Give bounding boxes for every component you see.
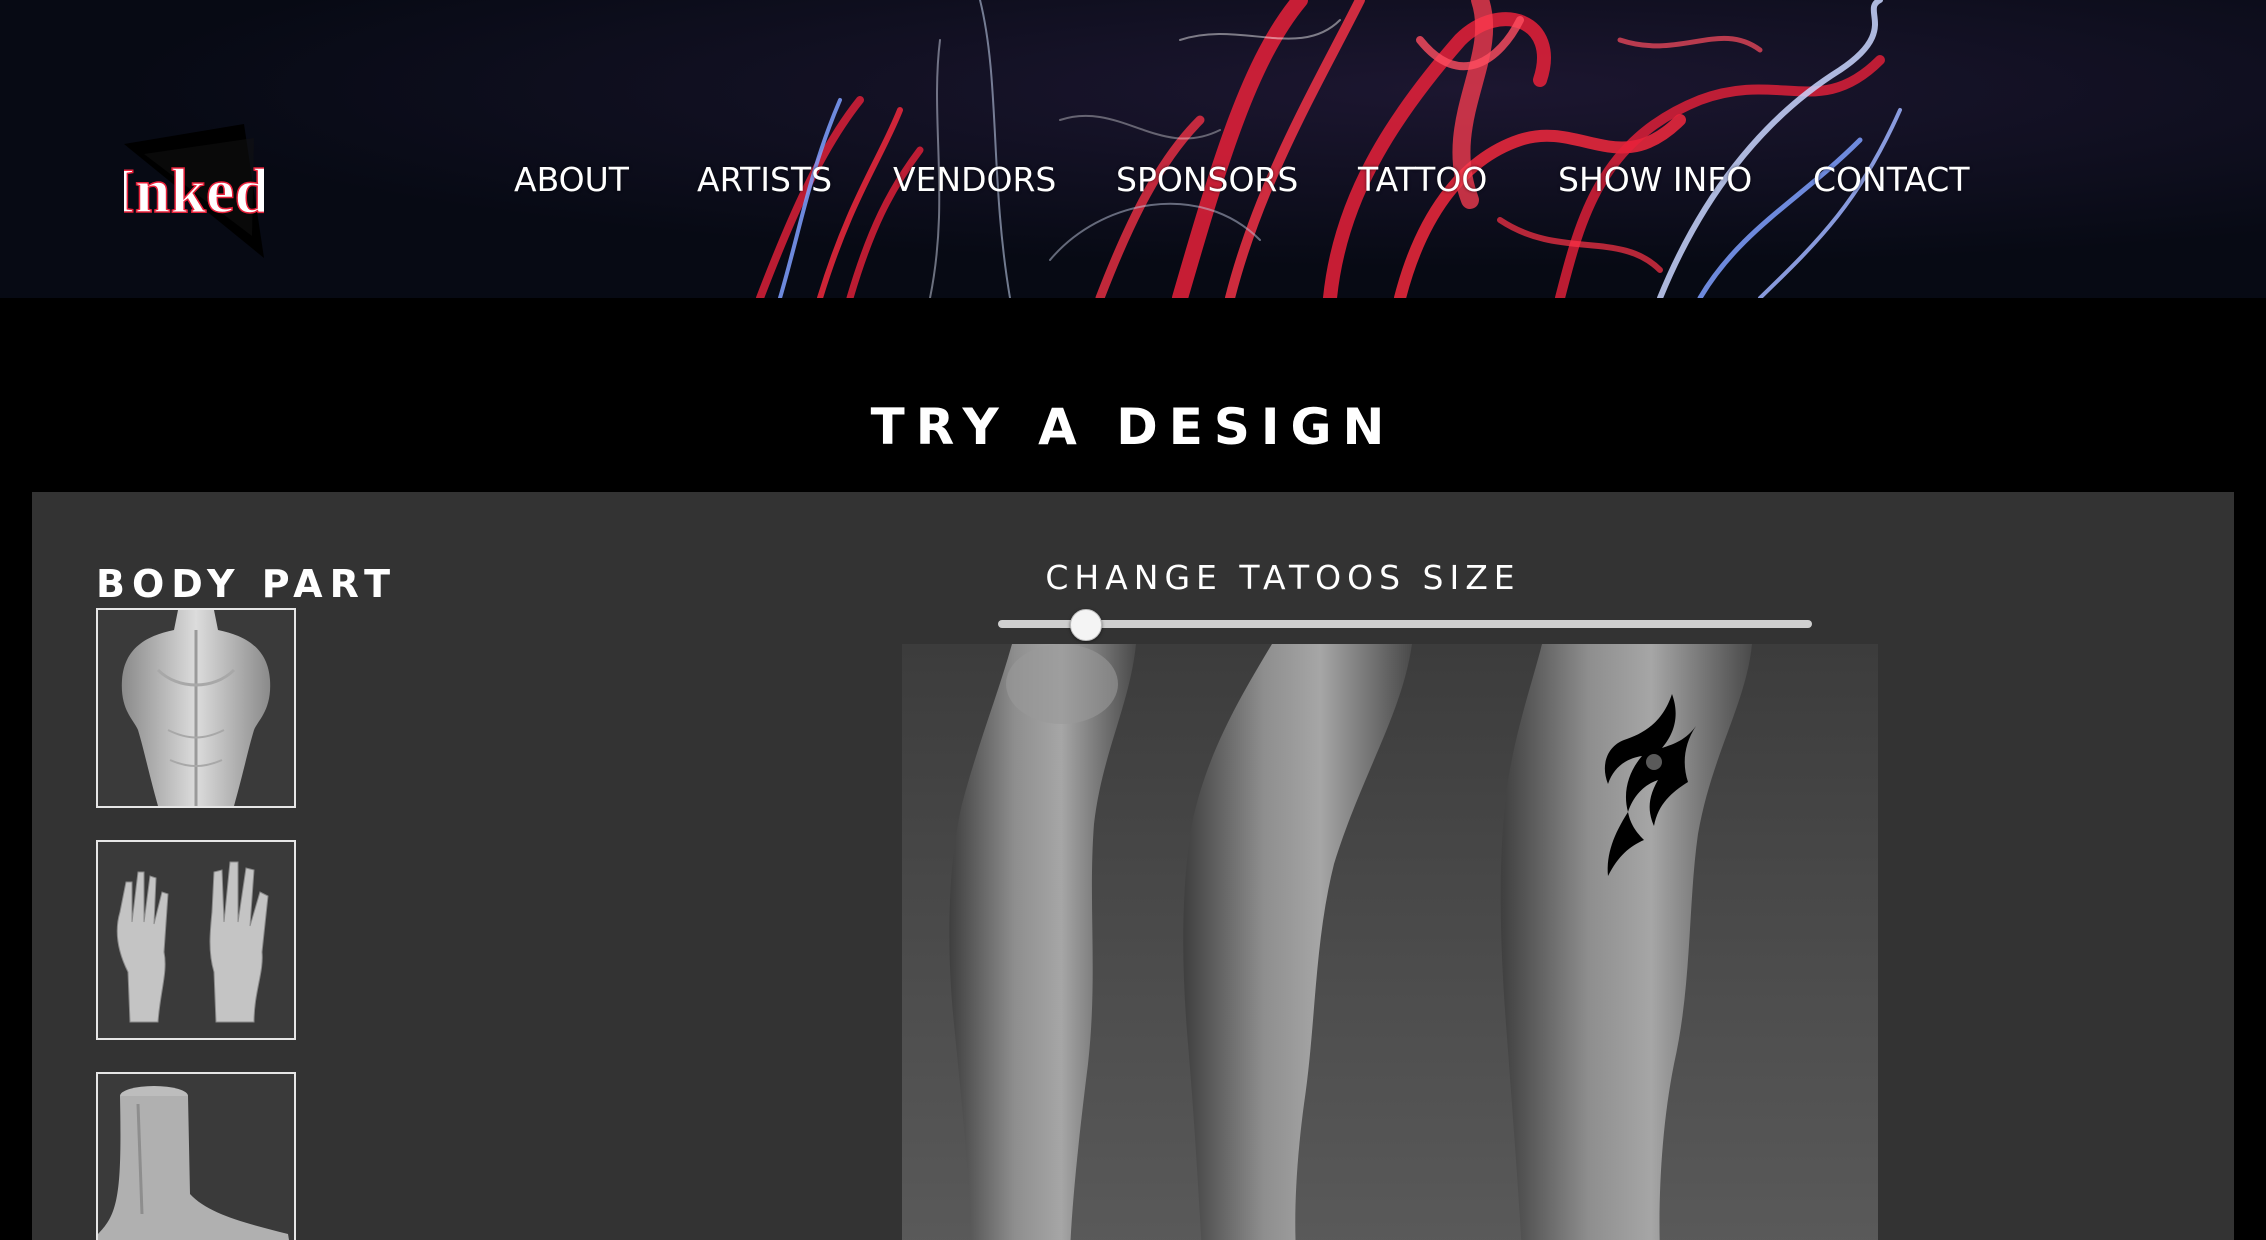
- tattoo-preview-canvas[interactable]: [902, 644, 1878, 1240]
- body-part-hands-thumb[interactable]: [96, 840, 296, 1040]
- body-part-foot-thumb[interactable]: [96, 1072, 296, 1240]
- back-torso-icon: [98, 610, 294, 806]
- nav-vendors[interactable]: VENDORS: [893, 155, 1056, 205]
- site-header: Inked ABOUT ARTISTS VENDORS SPONSORS TAT…: [0, 0, 2266, 298]
- main-nav: ABOUT ARTISTS VENDORS SPONSORS TATTOO SH…: [0, 155, 2266, 205]
- nav-about[interactable]: ABOUT: [514, 155, 629, 205]
- hands-icon: [98, 842, 294, 1038]
- nav-show-info[interactable]: SHOW INFO: [1558, 155, 1752, 205]
- legs-preview-image: [902, 644, 1878, 1240]
- nav-contact[interactable]: CONTACT: [1813, 155, 1970, 205]
- slider-track[interactable]: [998, 620, 1812, 628]
- page: Inked ABOUT ARTISTS VENDORS SPONSORS TAT…: [0, 0, 2266, 1240]
- design-panel: BODY PART CHANGE TATOOS SIZE: [32, 492, 2234, 1240]
- slider-thumb[interactable]: [1070, 609, 1103, 641]
- tattoo-size-label: CHANGE TATOOS SIZE: [1045, 558, 1521, 597]
- nav-tattoo[interactable]: TATTOO: [1358, 155, 1487, 205]
- nav-artists[interactable]: ARTISTS: [697, 155, 832, 205]
- header-light-trails-image: [0, 0, 2266, 298]
- body-part-back-thumb[interactable]: [96, 608, 296, 808]
- tattoo-size-slider[interactable]: [998, 609, 1812, 641]
- nav-sponsors[interactable]: SPONSORS: [1116, 155, 1298, 205]
- foot-icon: [98, 1074, 294, 1240]
- page-title: TRY A DESIGN: [870, 398, 1396, 456]
